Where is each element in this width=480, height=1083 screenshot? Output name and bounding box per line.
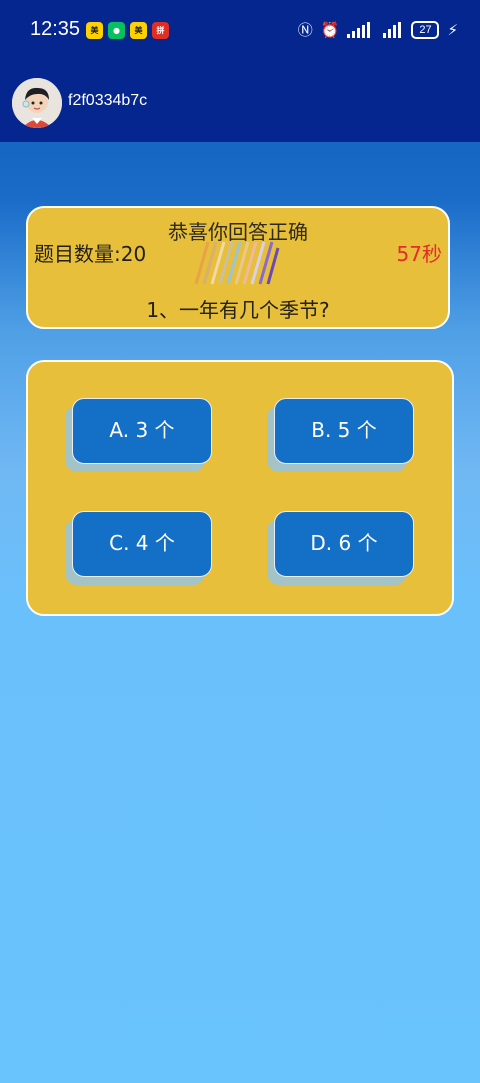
option-b[interactable]: B. 5 个 xyxy=(267,398,424,478)
option-a[interactable]: A. 3 个 xyxy=(65,398,222,478)
question-count: 题目数量:20 xyxy=(34,242,147,266)
option-a-button[interactable]: A. 3 个 xyxy=(72,398,212,464)
options-card: A. 3 个 B. 5 个 C. 4 个 D. 6 个 xyxy=(26,360,454,616)
pinduoduo-icon: 拼 xyxy=(152,22,169,39)
meituan-icon: 美 xyxy=(130,22,147,39)
status-bar: 12:35 美 ● 美 拼 Ⓝ ⏰ 27 ⚡ xyxy=(0,0,480,60)
app-header: 12:35 美 ● 美 拼 Ⓝ ⏰ 27 ⚡ f2f0334b7c xyxy=(0,0,480,142)
option-d[interactable]: D. 6 个 xyxy=(267,511,424,591)
option-c-button[interactable]: C. 4 个 xyxy=(72,511,212,577)
question-card: 恭喜你回答正确 题目数量:20 57秒 1、一年有几个季节? xyxy=(26,206,450,329)
nfc-icon: Ⓝ xyxy=(297,21,313,39)
charging-icon: ⚡ xyxy=(447,21,458,39)
signal-icon xyxy=(347,22,371,38)
correct-animation-icon xyxy=(194,241,280,285)
signal-icon xyxy=(383,22,402,38)
avatar[interactable] xyxy=(12,78,62,128)
status-icons: Ⓝ ⏰ 27 ⚡ xyxy=(298,20,458,40)
battery-level: 27 xyxy=(419,24,432,36)
username: f2f0334b7c xyxy=(68,92,148,109)
meituan-icon: 美 xyxy=(86,22,103,39)
question-text: 1、一年有几个季节? xyxy=(146,298,330,322)
countdown-timer: 57秒 xyxy=(396,242,442,266)
option-d-button[interactable]: D. 6 个 xyxy=(274,511,414,577)
battery-icon: 27 xyxy=(411,21,440,39)
alarm-icon: ⏰ xyxy=(320,21,340,39)
option-c[interactable]: C. 4 个 xyxy=(65,511,222,591)
wechat-icon: ● xyxy=(108,22,125,39)
status-time: 12:35 xyxy=(30,18,81,40)
option-b-button[interactable]: B. 5 个 xyxy=(274,398,414,464)
